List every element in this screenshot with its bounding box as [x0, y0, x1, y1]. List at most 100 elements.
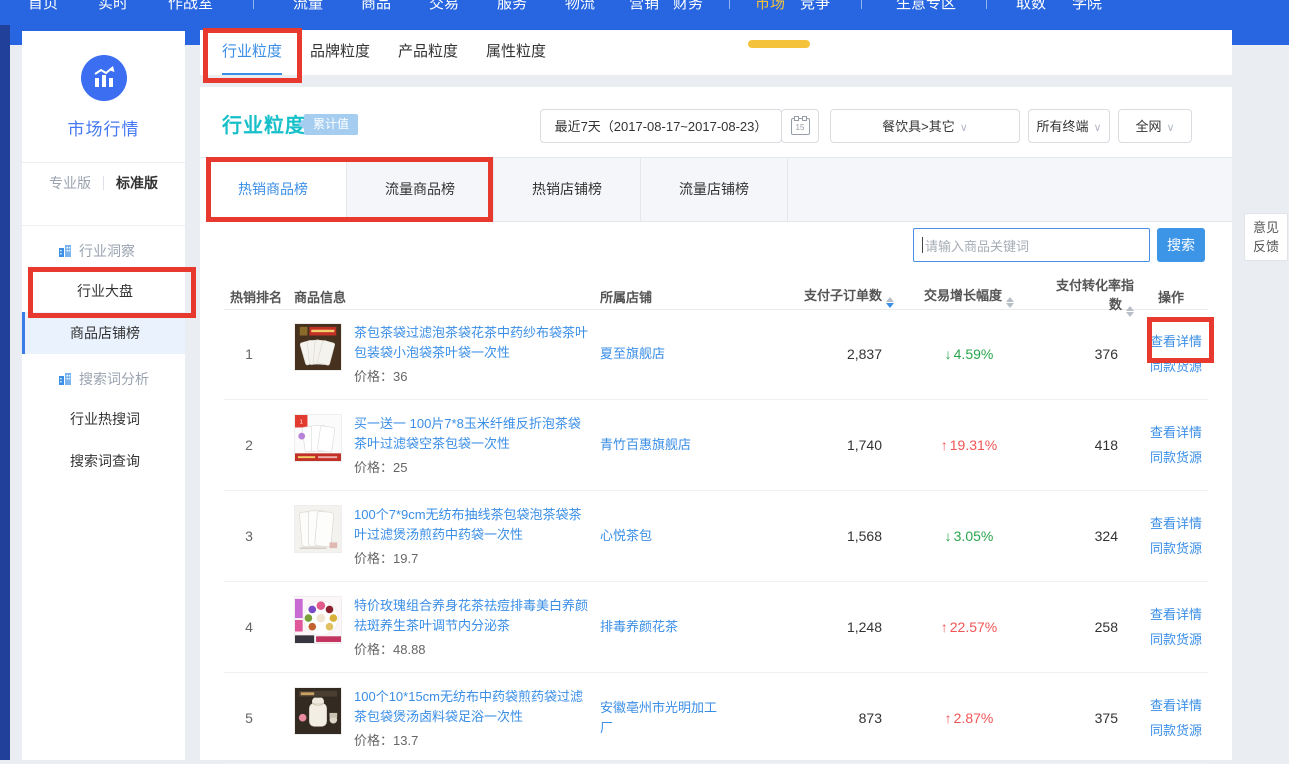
col-header-shop: 所属店铺	[600, 287, 744, 306]
col-header-actions: 操作	[1134, 287, 1208, 306]
nav-item-home[interactable]: 首页	[28, 0, 58, 16]
nav-item-service[interactable]: 服务	[497, 0, 527, 16]
product-title-link[interactable]: 100个10*15cm无纺布中药袋煎药袋过滤茶包袋煲汤卤料袋足浴一次性	[354, 687, 592, 727]
nav-item-trade[interactable]: 交易	[429, 0, 459, 16]
search-button[interactable]: 搜索	[1157, 228, 1205, 262]
rank-cell: 5	[224, 710, 294, 726]
svg-text:1: 1	[300, 420, 303, 426]
subtab-hot-items[interactable]: 热销商品榜	[200, 158, 347, 222]
feedback-button[interactable]: 意见反馈	[1244, 213, 1288, 261]
nav-item-biz-zone[interactable]: 生意专区	[896, 0, 956, 16]
product-image[interactable]	[294, 323, 342, 371]
growth-cell: ↑2.87%	[894, 710, 1044, 726]
product-price: 价格：36	[354, 366, 592, 385]
chevron-down-icon: ∨	[1093, 122, 1101, 134]
sidebar-item-search-word-query[interactable]: 搜索词查询	[22, 440, 185, 482]
table-row: 3 100个7*9cm无纺布抽线茶包袋泡茶袋茶叶过滤煲汤煎药中药袋一次性 价格：…	[224, 491, 1208, 582]
same-supply-link[interactable]: 同款货源	[1150, 627, 1208, 652]
col-header-orders-sortable[interactable]: 支付子订单数	[744, 285, 894, 308]
nav-separator	[986, 0, 987, 9]
product-image[interactable]	[294, 687, 342, 735]
col-header-label: 交易增长幅度	[924, 288, 1002, 303]
product-price: 价格：25	[354, 457, 592, 476]
product-image[interactable]	[294, 596, 342, 644]
terminal-dropdown[interactable]: 所有终端 ∨	[1028, 109, 1110, 143]
shop-link[interactable]: 排毒养颜花茶	[600, 617, 744, 637]
nav-item-traffic[interactable]: 流量	[293, 0, 323, 16]
version-tab-pro[interactable]: 专业版	[37, 173, 103, 193]
product-title-link[interactable]: 100个7*9cm无纺布抽线茶包袋泡茶袋茶叶过滤煲汤煎药中药袋一次性	[354, 505, 592, 545]
collapsed-nav-strip	[0, 25, 10, 760]
nav-item-warroom[interactable]: 作战室	[168, 0, 213, 16]
feedback-label-line2: 反馈	[1252, 237, 1280, 256]
product-image[interactable]: 1	[294, 414, 342, 462]
table-header-row: 热销排名 商品信息 所属店铺 支付子订单数 交易增长幅度 支付转化率指数 操作	[224, 275, 1208, 310]
same-supply-link[interactable]: 同款货源	[1150, 536, 1208, 561]
nav-item-finance[interactable]: 财务	[673, 0, 703, 16]
same-supply-link[interactable]: 同款货源	[1150, 354, 1208, 379]
nav-item-market[interactable]: 市场	[755, 0, 785, 16]
nav-item-academy[interactable]: 学院	[1072, 0, 1102, 16]
product-title-link[interactable]: 茶包茶袋过滤泡茶袋花茶中药纱布袋茶叶包装袋小泡袋茶叶袋一次性	[354, 323, 592, 363]
table-row: 2 1 买一送一 100片7*8玉米纤	[224, 400, 1208, 491]
col-header-label: 支付子订单数	[804, 288, 882, 303]
nav-item-data[interactable]: 取数	[1016, 0, 1046, 16]
text-cursor	[922, 237, 923, 253]
product-image[interactable]	[294, 505, 342, 553]
sort-arrows-icon	[1006, 297, 1014, 308]
version-tab-standard[interactable]: 标准版	[104, 173, 170, 193]
view-detail-link[interactable]: 查看详情	[1150, 329, 1208, 354]
nav-item-logistics[interactable]: 物流	[565, 0, 595, 16]
terminal-dropdown-value: 所有终端	[1036, 119, 1088, 134]
product-title-link[interactable]: 买一送一 100片7*8玉米纤维反折泡茶袋茶叶过滤袋空茶包袋一次性	[354, 414, 592, 454]
sidebar-app-title: 市场行情	[22, 115, 185, 140]
view-detail-link[interactable]: 查看详情	[1150, 602, 1208, 627]
nav-item-compete[interactable]: 竞争	[800, 0, 830, 16]
date-range-picker[interactable]: 最近7天（2017-08-17~2017-08-23）	[540, 109, 782, 143]
tab-industry-granularity[interactable]: 行业粒度	[222, 30, 282, 75]
growth-value: 19.31%	[950, 437, 997, 453]
orders-cell: 2,837	[744, 346, 894, 362]
trend-down-arrow-icon: ↓	[945, 528, 952, 544]
nav-separator	[729, 0, 730, 9]
table-body: 1 茶包茶袋过滤泡茶袋花茶中药纱布袋茶叶包装袋小泡袋茶叶袋一次性	[224, 309, 1208, 764]
tab-product-granularity[interactable]: 产品粒度	[398, 30, 458, 75]
view-detail-link[interactable]: 查看详情	[1150, 511, 1208, 536]
growth-value: 3.05%	[954, 528, 994, 544]
nav-item-goods[interactable]: 商品	[361, 0, 391, 16]
subtab-traffic-shops[interactable]: 流量店铺榜	[641, 158, 788, 222]
calendar-button[interactable]: 15	[781, 109, 819, 143]
tab-attribute-granularity[interactable]: 属性粒度	[486, 30, 546, 75]
product-price: 价格：19.7	[354, 548, 592, 567]
subtab-hot-shops[interactable]: 热销店铺榜	[494, 158, 641, 222]
growth-cell: ↑22.57%	[894, 619, 1044, 635]
shop-link[interactable]: 安徽亳州市光明加工厂	[600, 698, 744, 738]
category-dropdown[interactable]: 餐饮具>其它∨	[830, 109, 1020, 143]
product-title-link[interactable]: 特价玫瑰组合养身花茶祛痘排毒美白养颜祛斑养生茶叶调节内分泌茶	[354, 596, 592, 636]
shop-link[interactable]: 夏至旗舰店	[600, 344, 744, 364]
sidebar-item-goods-shop-rank[interactable]: 商品店铺榜	[22, 312, 185, 354]
sidebar-item-hot-search-words[interactable]: 行业热搜词	[22, 398, 185, 440]
sidebar-item-industry-overview[interactable]: 行业大盘	[22, 270, 185, 312]
chevron-down-icon: ∨	[1166, 122, 1174, 134]
feedback-label-line1: 意见	[1252, 218, 1280, 237]
orders-cell: 1,568	[744, 528, 894, 544]
conversion-index-cell: 324	[1044, 528, 1134, 544]
nav-item-marketing[interactable]: 营销	[629, 0, 659, 16]
network-dropdown-value: 全网	[1135, 119, 1161, 134]
subtab-traffic-items[interactable]: 流量商品榜	[347, 158, 494, 222]
shop-link[interactable]: 青竹百惠旗舰店	[600, 435, 744, 455]
nav-item-realtime[interactable]: 实时	[98, 0, 128, 16]
growth-cell: ↓4.59%	[894, 346, 1044, 362]
view-detail-link[interactable]: 查看详情	[1150, 420, 1208, 445]
nav-active-underline	[748, 40, 810, 48]
tab-brand-granularity[interactable]: 品牌粒度	[310, 30, 370, 75]
keyword-search-input[interactable]: 请输入商品关键词	[913, 228, 1150, 262]
same-supply-link[interactable]: 同款货源	[1150, 445, 1208, 470]
same-supply-link[interactable]: 同款货源	[1150, 718, 1208, 743]
granularity-tabbar: 行业粒度 品牌粒度 产品粒度 属性粒度	[200, 30, 1232, 75]
col-header-growth-sortable[interactable]: 交易增长幅度	[894, 285, 1044, 308]
network-dropdown[interactable]: 全网 ∨	[1118, 109, 1192, 143]
shop-link[interactable]: 心悦茶包	[600, 526, 744, 546]
view-detail-link[interactable]: 查看详情	[1150, 693, 1208, 718]
